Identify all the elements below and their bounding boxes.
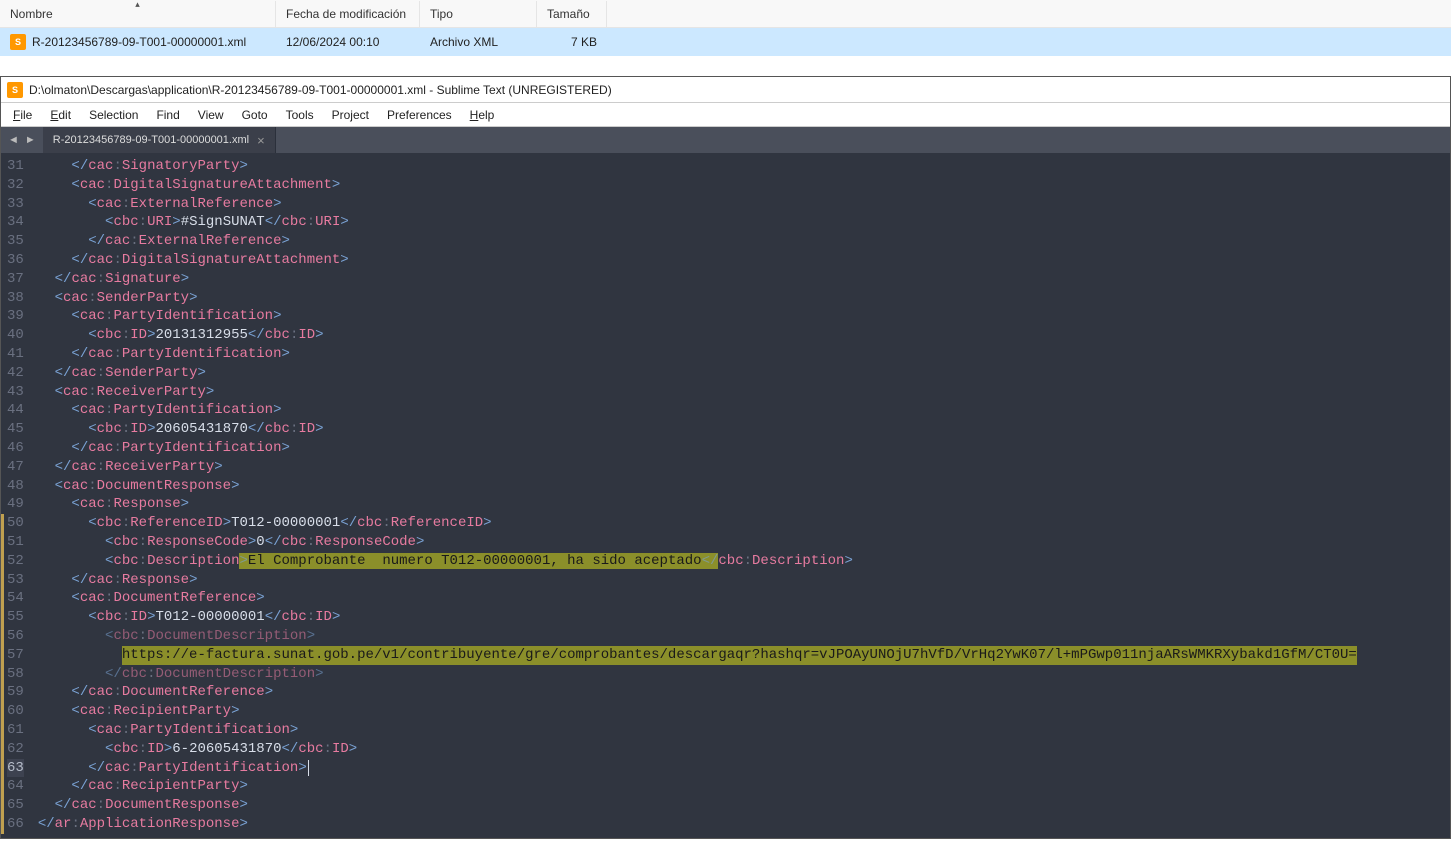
code-line[interactable]: <cbc:ReferenceID>T012-00000001</cbc:Refe… <box>34 514 1450 533</box>
code-line[interactable]: </cac:DigitalSignatureAttachment> <box>34 251 1450 270</box>
code-line[interactable]: <cac:ReceiverParty> <box>34 383 1450 402</box>
menu-find[interactable]: Find <box>148 105 187 125</box>
code-line[interactable]: </cac:SignatoryParty> <box>34 157 1450 176</box>
code-line[interactable]: </cac:PartyIdentification> <box>34 439 1450 458</box>
explorer-header: ▴ Nombre Fecha de modificación Tipo Tama… <box>0 0 1451 28</box>
code-line[interactable]: </cac:SenderParty> <box>34 364 1450 383</box>
sublime-app-icon: S <box>7 82 23 98</box>
code-line[interactable]: <cbc:Description>El Comprobante numero T… <box>34 552 1450 571</box>
menu-file[interactable]: File <box>5 105 40 125</box>
code-line[interactable]: <cac:DigitalSignatureAttachment> <box>34 176 1450 195</box>
tab-bar: ◄ ► R-20123456789-09-T001-00000001.xml × <box>1 127 1450 153</box>
menu-project[interactable]: Project <box>324 105 377 125</box>
file-size: 7 KB <box>537 31 607 53</box>
code-line[interactable]: </cac:ExternalReference> <box>34 232 1450 251</box>
code-area[interactable]: </cac:SignatoryParty> <cac:DigitalSignat… <box>34 153 1450 838</box>
code-line[interactable]: </ar:ApplicationResponse> <box>34 815 1450 834</box>
code-line[interactable]: <cac:DocumentResponse> <box>34 477 1450 496</box>
code-line[interactable]: </cac:PartyIdentification> <box>34 759 1450 778</box>
code-line[interactable]: <cac:RecipientParty> <box>34 702 1450 721</box>
code-line[interactable]: </cac:PartyIdentification> <box>34 345 1450 364</box>
editor[interactable]: 3132333435363738394041424344454647484950… <box>1 153 1450 838</box>
code-line[interactable]: <cac:SenderParty> <box>34 289 1450 308</box>
file-type: Archivo XML <box>420 31 537 53</box>
code-line[interactable]: <cbc:ID>20605431870</cbc:ID> <box>34 420 1450 439</box>
code-line[interactable]: <cac:DocumentReference> <box>34 589 1450 608</box>
title-bar[interactable]: S D:\olmaton\Descargas\application\R-201… <box>1 77 1450 103</box>
code-line[interactable]: </cbc:DocumentDescription> <box>34 665 1450 684</box>
tab-close-icon[interactable]: × <box>257 133 265 148</box>
code-line[interactable]: </cac:Signature> <box>34 270 1450 289</box>
menu-view[interactable]: View <box>190 105 232 125</box>
file-row[interactable]: S R-20123456789-09-T001-00000001.xml 12/… <box>0 28 1451 56</box>
code-line[interactable]: <cbc:URI>#SignSUNAT</cbc:URI> <box>34 213 1450 232</box>
tab-label: R-20123456789-09-T001-00000001.xml <box>53 134 249 146</box>
file-date: 12/06/2024 00:10 <box>276 31 420 53</box>
code-line[interactable]: <cbc:ID>T012-00000001</cbc:ID> <box>34 608 1450 627</box>
col-name-label: Nombre <box>10 7 53 21</box>
code-line[interactable]: https://e-factura.sunat.gob.pe/v1/contri… <box>34 646 1450 665</box>
menu-bar: File Edit Selection Find View Goto Tools… <box>1 103 1450 127</box>
code-line[interactable]: <cac:PartyIdentification> <box>34 307 1450 326</box>
code-line[interactable]: <cbc:ResponseCode>0</cbc:ResponseCode> <box>34 533 1450 552</box>
sublime-window: S D:\olmaton\Descargas\application\R-201… <box>0 76 1451 839</box>
file-name: R-20123456789-09-T001-00000001.xml <box>32 35 246 49</box>
menu-help[interactable]: Help <box>462 105 503 125</box>
code-line[interactable]: <cbc:DocumentDescription> <box>34 627 1450 646</box>
col-name[interactable]: ▴ Nombre <box>0 1 276 27</box>
sublime-file-icon: S <box>10 34 26 50</box>
code-line[interactable]: </cac:DocumentReference> <box>34 683 1450 702</box>
code-line[interactable]: </cac:ReceiverParty> <box>34 458 1450 477</box>
code-line[interactable]: <cac:PartyIdentification> <box>34 721 1450 740</box>
sort-arrow-icon: ▴ <box>135 0 140 10</box>
menu-preferences[interactable]: Preferences <box>379 105 460 125</box>
col-size[interactable]: Tamaño <box>537 1 607 27</box>
menu-tools[interactable]: Tools <box>278 105 322 125</box>
tab-file[interactable]: R-20123456789-09-T001-00000001.xml × <box>43 127 276 153</box>
col-type[interactable]: Tipo <box>420 1 537 27</box>
nav-back-icon[interactable]: ◄ <box>5 134 22 146</box>
menu-goto[interactable]: Goto <box>234 105 276 125</box>
code-line[interactable]: <cac:PartyIdentification> <box>34 401 1450 420</box>
col-date[interactable]: Fecha de modificación <box>276 1 420 27</box>
nav-forward-icon[interactable]: ► <box>22 134 39 146</box>
code-line[interactable]: </cac:Response> <box>34 571 1450 590</box>
code-line[interactable]: </cac:RecipientParty> <box>34 777 1450 796</box>
window-title: D:\olmaton\Descargas\application\R-20123… <box>29 83 612 97</box>
code-line[interactable]: <cbc:ID>20131312955</cbc:ID> <box>34 326 1450 345</box>
code-line[interactable]: <cac:ExternalReference> <box>34 195 1450 214</box>
code-line[interactable]: <cac:Response> <box>34 495 1450 514</box>
code-line[interactable]: <cbc:ID>6-20605431870</cbc:ID> <box>34 740 1450 759</box>
line-gutter: 3132333435363738394041424344454647484950… <box>1 153 34 838</box>
menu-edit[interactable]: Edit <box>42 105 79 125</box>
menu-selection[interactable]: Selection <box>81 105 146 125</box>
code-line[interactable]: </cac:DocumentResponse> <box>34 796 1450 815</box>
